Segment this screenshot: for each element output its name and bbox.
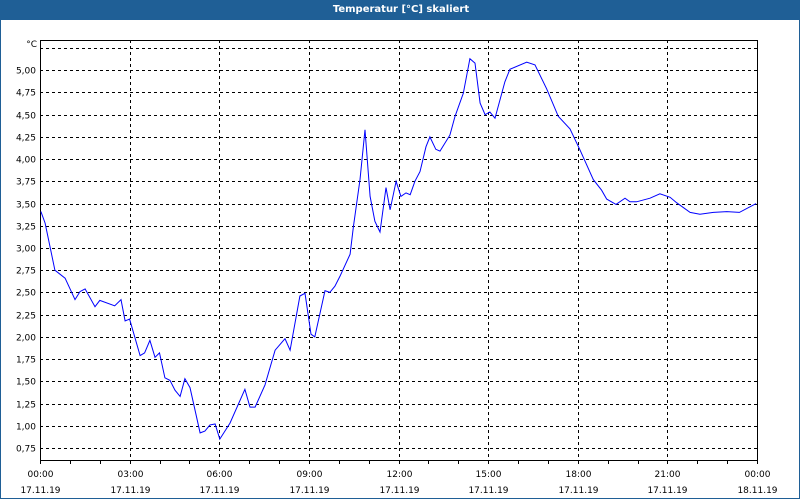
y-tick-label: 2,50 [16,289,36,299]
x-tick-date: 17.11.19 [468,486,508,496]
temperature-chart: 0,75 1,00 1,25 1,50 1,75 2,00 2,25 2,50 2,75 3,00… [16,40,778,496]
x-tick-time: 03:00 [118,470,144,480]
y-tick-label: 1,00 [16,423,36,433]
y-tick-label: 1,25 [16,401,36,411]
y-tick-label: 1,75 [16,356,36,366]
x-tick-date: 17.11.19 [289,486,329,496]
x-tick-date: 17.11.19 [647,486,687,496]
x-tick-date: 17.11.19 [558,486,598,496]
y-tick-label: 0,75 [16,445,36,455]
y-tick-label: 4,00 [16,156,36,166]
x-tick-time: 12:00 [387,470,413,480]
y-axis-unit: °C [26,40,37,50]
x-tick-date: 17.11.19 [199,486,239,496]
y-tick-label: 4,75 [16,89,36,99]
x-tick-time: 00:00 [745,470,771,480]
y-tick-label: 5,00 [16,67,36,77]
y-tick-label: 3,50 [16,201,36,211]
x-tick-time: 00:00 [28,470,54,480]
x-tick-date: 17.11.19 [20,486,60,496]
x-tick-time: 15:00 [476,470,502,480]
y-tick-label: 3,25 [16,223,36,233]
x-tick-time: 18:00 [566,470,592,480]
x-tick-date: 17.11.19 [110,486,150,496]
y-tick-label: 4,50 [16,112,36,122]
y-tick-label: 2,25 [16,312,36,322]
x-tick-date: 17.11.19 [379,486,419,496]
y-tick-label: 3,00 [16,245,36,255]
x-tick-time: 06:00 [207,470,233,480]
x-tick-time: 21:00 [655,470,681,480]
x-tick-date: 18.11.19 [737,486,777,496]
y-tick-label: 3,75 [16,178,36,188]
y-tick-label: 1,50 [16,378,36,388]
y-tick-label: 4,25 [16,134,36,144]
y-tick-label: 2,75 [16,267,36,277]
y-tick-label: 2,00 [16,334,36,344]
x-tick-time: 09:00 [297,470,323,480]
